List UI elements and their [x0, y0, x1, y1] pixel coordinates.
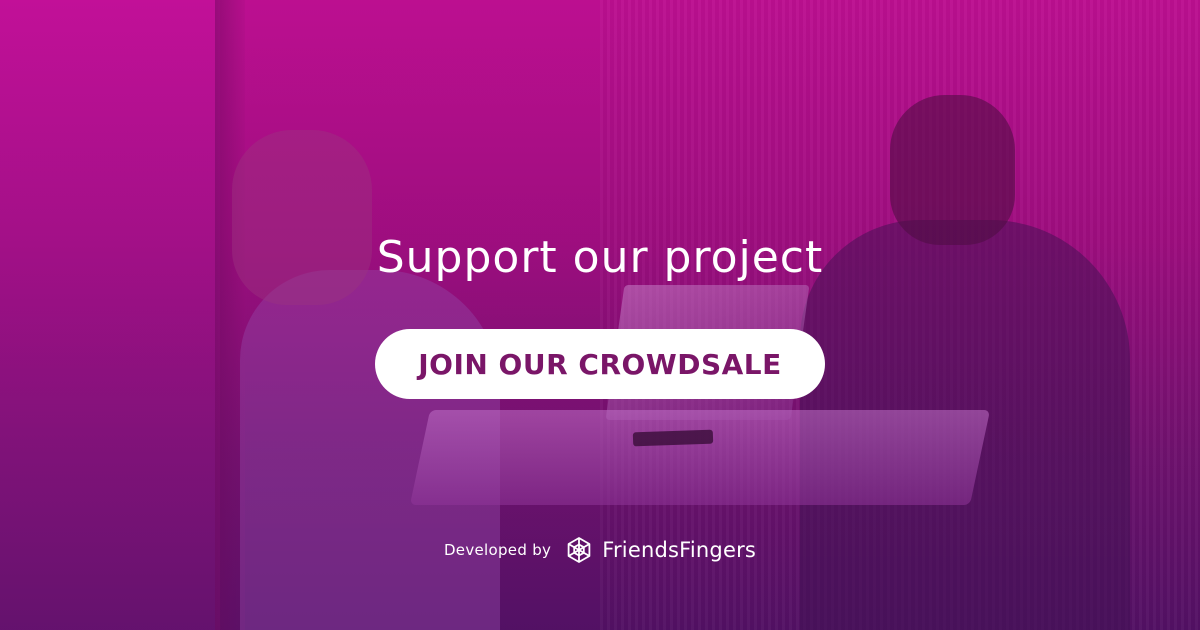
- developer-credit: Developed by FriendsFingers: [0, 530, 1200, 570]
- join-crowdsale-button[interactable]: JOIN OUR CROWDSALE: [375, 329, 825, 399]
- hero-banner: Support our project JOIN OUR CROWDSALE D…: [0, 0, 1200, 630]
- brand-name: FriendsFingers: [602, 538, 757, 562]
- friendsfingers-logo-icon: [567, 537, 591, 563]
- headline: Support our project: [376, 232, 824, 283]
- developed-by-label: Developed by: [443, 541, 552, 559]
- friendsfingers-link[interactable]: FriendsFingers: [565, 536, 756, 564]
